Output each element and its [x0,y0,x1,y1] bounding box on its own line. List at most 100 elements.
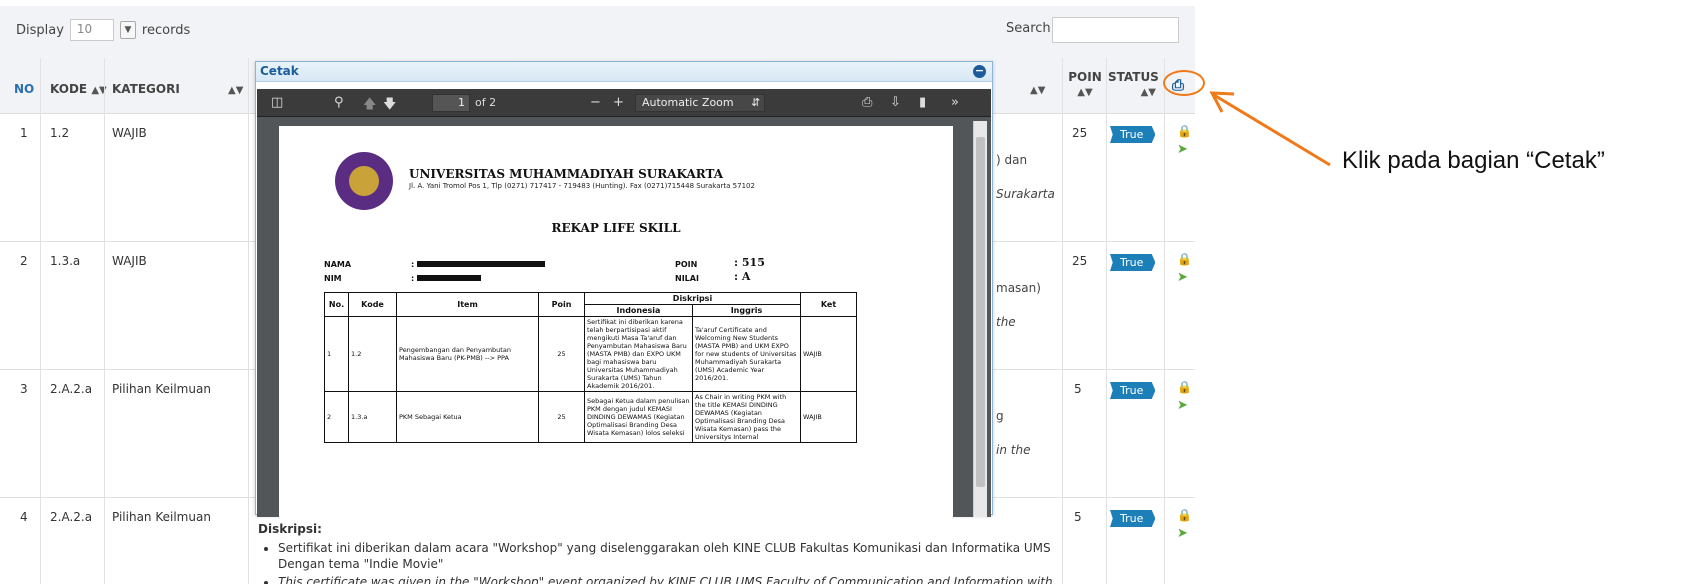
row-no: 3 [20,382,28,396]
print-icon[interactable]: ⎙ [862,95,872,110]
redacted-name [417,261,545,267]
row-poin: 25 [1072,126,1088,140]
colon: : [411,274,415,283]
desc-fragment: ) dan [996,153,1028,167]
nilai-value: : A [734,270,751,283]
download-icon[interactable]: ⇩ [890,95,901,110]
dialog-titlebar[interactable]: Cetak − [256,62,992,82]
lock-icon[interactable]: 🔒 [1177,508,1192,522]
cell-ket: WAJIB [800,391,857,443]
row-poin: 5 [1074,382,1082,396]
cell-no: 1 [324,316,349,392]
row-no: 2 [20,254,28,268]
arrow-down-icon[interactable]: 🡇 [383,95,396,117]
col-header-kode[interactable]: KODE ▲▼ [50,82,107,96]
row-no: 1 [20,126,28,140]
chevron-down-icon[interactable]: ▼ [119,21,136,39]
pdf-toolbar: ◫ ⚲ 🡅 🡇 1 of 2 − + Automatic Zoom ⇵ ⎙ ⇩ … [257,89,991,117]
row-poin: 5 [1074,510,1082,524]
send-icon[interactable]: ➤ [1177,526,1188,541]
arrow-up-icon[interactable]: 🡅 [363,95,376,117]
search-input[interactable] [1052,17,1179,43]
search-label: Search: [1006,21,1056,36]
sort-icon[interactable]: ▲▼ [1030,82,1045,96]
description-title: Diskripsi: [258,522,322,536]
col-header-status[interactable]: STATUS ▲▼ [1108,70,1159,98]
scroll-thumb[interactable] [976,137,985,487]
th-ket: Ket [800,292,857,317]
th-indonesia: Indonesia [584,304,693,317]
th-no: No. [324,292,349,317]
status-badge[interactable]: True [1110,254,1156,271]
cell-item: PKM Sebagai Ketua [396,391,539,443]
status-badge[interactable]: True [1110,510,1156,527]
display-records-control: Display 10 ▼ records [16,19,190,41]
university-logo [335,152,393,210]
table-row: 2 1.3.a PKM Sebagai Ketua 25 Sebagai Ket… [324,391,857,443]
nilai-label: NILAI [675,274,699,283]
records-label: records [141,22,191,38]
status-badge[interactable]: True [1110,126,1156,143]
cell-poin: 25 [538,316,585,392]
bookmark-icon[interactable]: ▮ [919,95,926,110]
records-per-page-select[interactable]: 10 [69,19,114,41]
send-icon[interactable]: ➤ [1177,142,1188,157]
table-row: 1 1.2 Pengembangan dan Penyambutan Mahas… [324,316,857,392]
send-icon[interactable]: ➤ [1177,270,1188,285]
row-description: Diskripsi: Sertifikat ini diberikan dala… [258,522,1058,584]
col-header-poin[interactable]: POIN ▲▼ [1068,70,1102,98]
cell-inggris: As Chair in writing PKM with the title K… [692,391,801,443]
pdf-page: UNIVERSITAS MUHAMMADIYAH SURAKARTA Jl. A… [279,126,953,523]
zoom-in-icon[interactable]: + [613,95,624,110]
lock-icon[interactable]: 🔒 [1177,380,1192,394]
poin-value: : 515 [734,256,765,269]
row-kode: 2.A.2.a [50,382,93,396]
row-kode: 2.A.2.a [50,510,93,524]
sort-icon[interactable]: ▲▼ [228,82,243,96]
sidebar-toggle-icon[interactable]: ◫ [271,95,283,110]
desc-fragment: the [996,315,1016,329]
desc-fragment: g [996,409,1004,423]
cell-indonesia: Sertifikat ini diberikan karena telah be… [584,316,693,392]
status-badge[interactable]: True [1110,382,1156,399]
poin-label: POIN [675,260,698,269]
instruction-text: Klik pada bagian “Cetak” [1342,147,1605,174]
print-dialog: Cetak − ◫ ⚲ 🡅 🡇 1 of 2 − + Automatic Zoo… [255,61,993,523]
cell-indonesia: Sebagai Ketua dalam penulisan PKM dengan… [584,391,693,443]
send-icon[interactable]: ➤ [1177,398,1188,413]
cell-no: 2 [324,391,349,443]
university-name: UNIVERSITAS MUHAMMADIYAH SURAKARTA [409,167,724,181]
desc-fragment: Surakarta [996,187,1055,201]
description-id: Sertifikat ini diberikan dalam acara "Wo… [278,540,1058,572]
lock-icon[interactable]: 🔒 [1177,124,1192,138]
th-diskripsi: Diskripsi [584,292,801,305]
close-icon[interactable]: − [973,65,986,78]
row-kategori: Pilihan Keilmuan [112,382,211,396]
row-kode: 1.2 [50,126,70,140]
document-heading: REKAP LIFE SKILL [551,221,681,235]
cell-kode: 1.3.a [348,391,397,443]
col-header-kategori[interactable]: KATEGORI [112,82,180,96]
col-header-no[interactable]: NO [14,82,34,96]
table-controls: Display 10 ▼ records Search: [0,6,1195,58]
row-kode: 1.3.a [50,254,81,268]
desc-fragment: in the [996,443,1031,457]
page-total: of 2 [475,96,497,109]
search-icon[interactable]: ⚲ [334,95,344,110]
th-inggris: Inggris [692,304,801,317]
th-poin: Poin [538,292,585,317]
desc-fragment: masan) [996,281,1041,295]
nama-label: NAMA [324,260,352,269]
cell-inggris: Ta'aruf Certificate and Welcoming New St… [692,316,801,392]
more-tools-icon[interactable]: » [951,95,959,110]
highlight-circle [1163,70,1205,96]
row-poin: 25 [1072,254,1088,268]
lock-icon[interactable]: 🔒 [1177,252,1192,266]
zoom-out-icon[interactable]: − [590,95,601,110]
page-number-input[interactable]: 1 [432,94,470,112]
row-kategori: WAJIB [112,254,147,268]
pdf-scrollbar[interactable] [973,121,987,517]
cell-kode: 1.2 [348,316,397,392]
zoom-select[interactable]: Automatic Zoom ⇵ [635,94,765,112]
row-kategori: WAJIB [112,126,147,140]
